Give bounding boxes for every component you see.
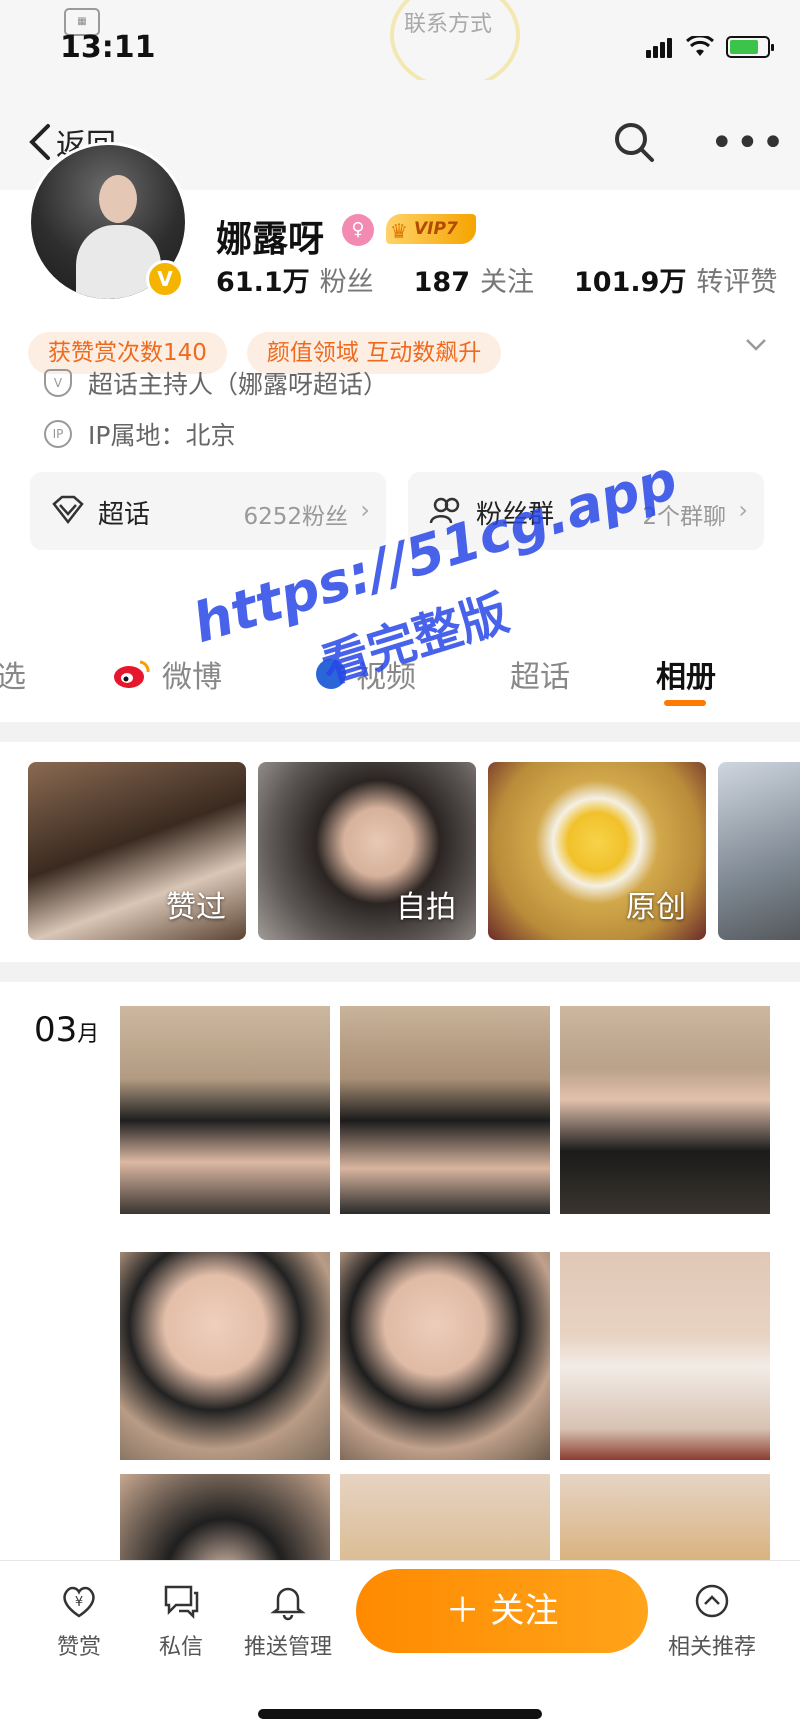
stat-fans[interactable]: 61.1万 粉丝 bbox=[216, 260, 374, 299]
message-button[interactable]: 私信 bbox=[136, 1581, 226, 1661]
vip-label: VIP7 bbox=[414, 219, 458, 239]
tab-label: 微博 bbox=[162, 660, 222, 695]
tab-label: 超话 bbox=[510, 660, 570, 695]
bottom-label: 赞赏 bbox=[56, 1635, 101, 1660]
search-icon[interactable] bbox=[612, 120, 656, 164]
wifi-icon bbox=[685, 34, 715, 58]
photo-grid: 03月 bbox=[0, 984, 800, 1564]
signal-icon bbox=[646, 38, 674, 58]
status-time: 13:11 bbox=[60, 30, 156, 65]
status-bar: ▦ 13:11 联系方式 bbox=[0, 0, 800, 90]
stat-value: 61.1万 bbox=[216, 267, 310, 298]
album-more[interactable] bbox=[718, 762, 800, 940]
photo-thumbnail[interactable] bbox=[120, 1252, 330, 1460]
photo-thumbnail[interactable] bbox=[340, 1252, 550, 1460]
chevron-right-icon: › bbox=[360, 496, 370, 524]
info-ip-text: IP属地：北京 bbox=[88, 421, 236, 450]
card-subtitle: 2个群聊 bbox=[642, 504, 726, 530]
photo-thumbnail[interactable] bbox=[340, 1474, 550, 1564]
chevron-right-icon: › bbox=[738, 496, 748, 524]
shield-icon: V bbox=[44, 369, 72, 397]
bell-icon bbox=[270, 1587, 306, 1621]
profile-stats: 61.1万 粉丝 187 关注 101.9万 转评赞 bbox=[216, 260, 777, 299]
related-recommend-button[interactable]: 相关推荐 bbox=[662, 1581, 762, 1661]
info-ip: IP IP属地：北京 bbox=[44, 416, 235, 452]
album-label: 赞过 bbox=[166, 890, 226, 925]
contact-label: 联系方式 bbox=[404, 12, 493, 37]
recommend-icon bbox=[695, 1584, 729, 1618]
card-fan-group[interactable]: 粉丝群 2个群聊 › bbox=[408, 472, 764, 550]
bottom-label: 私信 bbox=[158, 1635, 203, 1660]
album-liked[interactable]: 赞过 bbox=[28, 762, 246, 940]
home-indicator bbox=[258, 1709, 542, 1719]
follow-button[interactable]: ＋ 关注 bbox=[356, 1569, 648, 1653]
album-label: 自拍 bbox=[396, 890, 456, 925]
info-host-text: 超话主持人（娜露呀超话） bbox=[88, 370, 389, 399]
reward-icon: ¥ bbox=[63, 1586, 95, 1618]
card-super-topic[interactable]: 超话 6252粉丝 › bbox=[30, 472, 386, 550]
photo-thumbnail[interactable] bbox=[120, 1474, 330, 1564]
info-host[interactable]: V 超话主持人（娜露呀超话） bbox=[44, 365, 388, 401]
more-icon[interactable]: ••• bbox=[710, 123, 787, 163]
battery-icon bbox=[726, 36, 774, 58]
female-gender-icon: ♀ bbox=[342, 214, 374, 246]
profile-tabs: 选 微博 视频 超话 相册 bbox=[0, 630, 800, 722]
stat-value: 187 bbox=[413, 267, 470, 298]
stat-following[interactable]: 187 关注 bbox=[414, 260, 534, 299]
photo-thumbnail[interactable] bbox=[340, 1006, 550, 1214]
photo-thumbnail[interactable] bbox=[560, 1474, 770, 1564]
stat-label: 转评赞 bbox=[696, 267, 778, 298]
tab-video[interactable]: 视频 bbox=[316, 652, 416, 696]
video-icon bbox=[316, 659, 346, 689]
card-title: 超话 bbox=[98, 500, 151, 530]
active-tab-indicator bbox=[664, 700, 706, 706]
vip-badge[interactable]: ♛ VIP7 bbox=[386, 214, 476, 244]
album-strip: 赞过 自拍 原创 bbox=[0, 742, 800, 942]
stat-reposts-likes[interactable]: 101.9万 转评赞 bbox=[574, 260, 777, 299]
stat-label: 粉丝 bbox=[319, 267, 374, 298]
tab-weibo[interactable]: 微博 bbox=[112, 652, 222, 696]
profile-name: 娜露呀 bbox=[216, 219, 325, 260]
section-divider bbox=[0, 722, 800, 742]
tab-label: 相册 bbox=[656, 660, 716, 695]
stat-value: 101.9万 bbox=[574, 267, 687, 298]
album-selfie[interactable]: 自拍 bbox=[258, 762, 476, 940]
card-title: 粉丝群 bbox=[476, 500, 555, 530]
section-divider bbox=[0, 962, 800, 982]
photo-thumbnail[interactable] bbox=[560, 1252, 770, 1460]
stat-label: 关注 bbox=[480, 267, 534, 298]
message-icon bbox=[164, 1585, 199, 1620]
push-settings-button[interactable]: 推送管理 bbox=[238, 1581, 338, 1661]
crown-icon: ♛ bbox=[390, 219, 408, 243]
month-label: 03月 bbox=[34, 1010, 99, 1050]
svg-text:¥: ¥ bbox=[75, 1595, 83, 1610]
profile-cards: 超话 6252粉丝 › 粉丝群 2个群聊 › bbox=[30, 472, 764, 550]
ip-icon: IP bbox=[44, 420, 72, 448]
reward-button[interactable]: ¥ 赞赏 bbox=[34, 1581, 124, 1661]
tab-featured[interactable]: 选 bbox=[0, 652, 26, 696]
bottom-label: 推送管理 bbox=[243, 1635, 332, 1660]
tab-album[interactable]: 相册 bbox=[656, 652, 716, 696]
status-icons bbox=[646, 34, 774, 58]
month-number: 03 bbox=[34, 1010, 78, 1050]
weibo-icon bbox=[114, 660, 150, 688]
photo-thumbnail[interactable] bbox=[560, 1006, 770, 1214]
tab-label: 选 bbox=[0, 660, 26, 695]
diamond-icon bbox=[52, 495, 84, 525]
bottom-label: 相关推荐 bbox=[667, 1635, 756, 1660]
tab-super-topic[interactable]: 超话 bbox=[510, 652, 570, 696]
album-label: 原创 bbox=[626, 890, 686, 925]
card-subtitle: 6252粉丝 bbox=[243, 504, 348, 530]
chevron-down-icon[interactable] bbox=[744, 332, 768, 356]
chevron-left-icon bbox=[29, 124, 50, 160]
month-unit: 月 bbox=[77, 1022, 100, 1047]
group-icon bbox=[429, 497, 460, 524]
verified-badge: V bbox=[146, 260, 184, 298]
bottom-action-bar: ¥ 赞赏 私信 推送管理 ＋ 关注 相关推荐 bbox=[0, 1560, 800, 1733]
photo-thumbnail[interactable] bbox=[120, 1006, 330, 1214]
tab-label: 视频 bbox=[356, 660, 416, 695]
album-original[interactable]: 原创 bbox=[488, 762, 706, 940]
